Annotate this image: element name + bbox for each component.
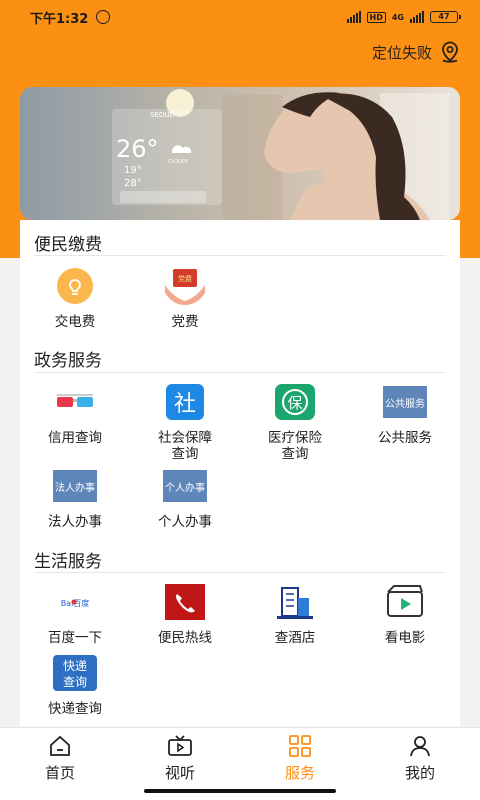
service-hotline[interactable]: 便民热线	[130, 582, 240, 646]
status-bar: 下午1:32 HD 4G 47	[0, 0, 480, 34]
public-service-icon: 公共服务	[383, 382, 427, 422]
service-label: 医疗保险 查询	[268, 430, 322, 462]
location-button[interactable]: 定位失败	[372, 40, 462, 64]
location-text: 定位失败	[371, 43, 432, 62]
phone-icon	[163, 582, 207, 622]
service-baidu[interactable]: Bai百度 百度一下	[20, 582, 130, 646]
hotel-icon	[273, 582, 317, 622]
service-public-service[interactable]: 公共服务 公共服务	[350, 382, 460, 446]
nav-home[interactable]: 首页	[0, 734, 120, 783]
service-label: 信用查询	[48, 430, 102, 446]
nav-label: 我的	[404, 764, 435, 782]
service-label: 便民热线	[158, 630, 212, 646]
service-movie[interactable]: 看电影	[350, 582, 460, 646]
svg-text:查询: 查询	[63, 675, 87, 689]
hd-badge: HD	[366, 11, 386, 23]
service-label: 法人办事	[48, 514, 102, 530]
section-divider	[34, 372, 446, 373]
service-medical-insurance[interactable]: 保 医疗保险 查询	[240, 382, 350, 462]
home-icon	[0, 734, 120, 758]
service-label: 交电费	[54, 314, 96, 330]
service-label: 快递查询	[48, 701, 102, 717]
service-label: 党费	[171, 314, 199, 330]
express-icon: 快递 查询	[53, 653, 97, 693]
services-card: 便民缴费 交电费 党费 党费 政务服务 信用查询 社 社会保障 查询 保 医疗保…	[20, 220, 460, 726]
alarm-icon	[96, 10, 111, 24]
banner-city: SEOUL	[150, 111, 173, 119]
service-label: 百度一下	[48, 630, 102, 646]
nav-services[interactable]: 服务	[240, 734, 360, 783]
svg-text:法人办事: 法人办事	[55, 481, 95, 494]
movie-icon	[383, 582, 427, 622]
service-pay-electricity[interactable]: 交电费	[20, 266, 130, 330]
social-security-icon: 社	[163, 382, 207, 422]
location-pin-icon	[442, 41, 458, 63]
personal-affairs-icon: 个人办事	[163, 466, 207, 506]
banner-temperature: 26°	[116, 135, 159, 163]
nav-mine[interactable]: 我的	[360, 734, 480, 783]
service-label: 个人办事	[158, 514, 212, 530]
signal-icon-2	[410, 11, 424, 23]
tv-icon	[120, 734, 240, 758]
banner-weather: CLOUDY	[168, 159, 189, 165]
service-personal-affairs[interactable]: 个人办事 个人办事	[130, 466, 240, 530]
svg-text:公共服务: 公共服务	[385, 397, 425, 410]
legal-person-icon: 法人办事	[53, 466, 97, 506]
service-label: 公共服务	[378, 430, 432, 446]
service-hotel[interactable]: 查酒店	[240, 582, 350, 646]
service-credit-query[interactable]: 信用查询	[20, 382, 130, 446]
svg-text:社: 社	[174, 392, 196, 417]
svg-text:个人办事: 个人办事	[165, 481, 205, 494]
home-indicator[interactable]	[144, 789, 336, 793]
medical-insurance-icon: 保	[273, 382, 317, 422]
section-divider	[34, 255, 446, 256]
banner-illustration: SEOUL 26° CLOUDY 19° 28°	[112, 89, 450, 220]
service-legal-person[interactable]: 法人办事 法人办事	[20, 466, 130, 530]
nav-audio-video[interactable]: 视听	[120, 734, 240, 783]
svg-text:党费: 党费	[178, 274, 192, 283]
section-title-life: 生活服务	[34, 552, 102, 572]
nav-label: 服务	[284, 764, 315, 782]
nav-label: 首页	[44, 764, 75, 782]
party-fee-icon: 党费	[163, 266, 207, 306]
banner-low-temp: 19°	[124, 165, 142, 176]
service-label: 查酒店	[274, 630, 316, 646]
svg-text:快递: 快递	[63, 659, 87, 673]
baidu-icon: Bai百度	[53, 582, 97, 622]
promo-banner[interactable]: SEOUL 26° CLOUDY 19° 28°	[20, 87, 460, 220]
user-icon	[360, 734, 480, 758]
network-type: 4G	[391, 12, 404, 22]
section-title-payment: 便民缴费	[34, 235, 102, 255]
service-express[interactable]: 快递 查询 快递查询	[20, 653, 130, 717]
service-social-security[interactable]: 社 社会保障 查询	[130, 382, 240, 462]
signal-icon	[346, 11, 361, 23]
status-indicators: HD 4G 47	[346, 11, 461, 23]
service-label: 看电影	[384, 630, 426, 646]
svg-text:保: 保	[287, 394, 302, 412]
section-divider	[34, 572, 446, 573]
glasses-icon	[53, 382, 97, 422]
banner-high-temp: 28°	[124, 178, 142, 189]
battery-icon: 47	[430, 11, 461, 23]
service-party-fee[interactable]: 党费 党费	[130, 266, 240, 330]
nav-label: 视听	[164, 764, 195, 782]
grid-icon	[240, 734, 360, 758]
service-label: 社会保障 查询	[158, 430, 212, 462]
section-title-government: 政务服务	[34, 351, 102, 371]
status-time: 下午1:32	[30, 11, 89, 27]
bulb-icon	[53, 266, 97, 306]
